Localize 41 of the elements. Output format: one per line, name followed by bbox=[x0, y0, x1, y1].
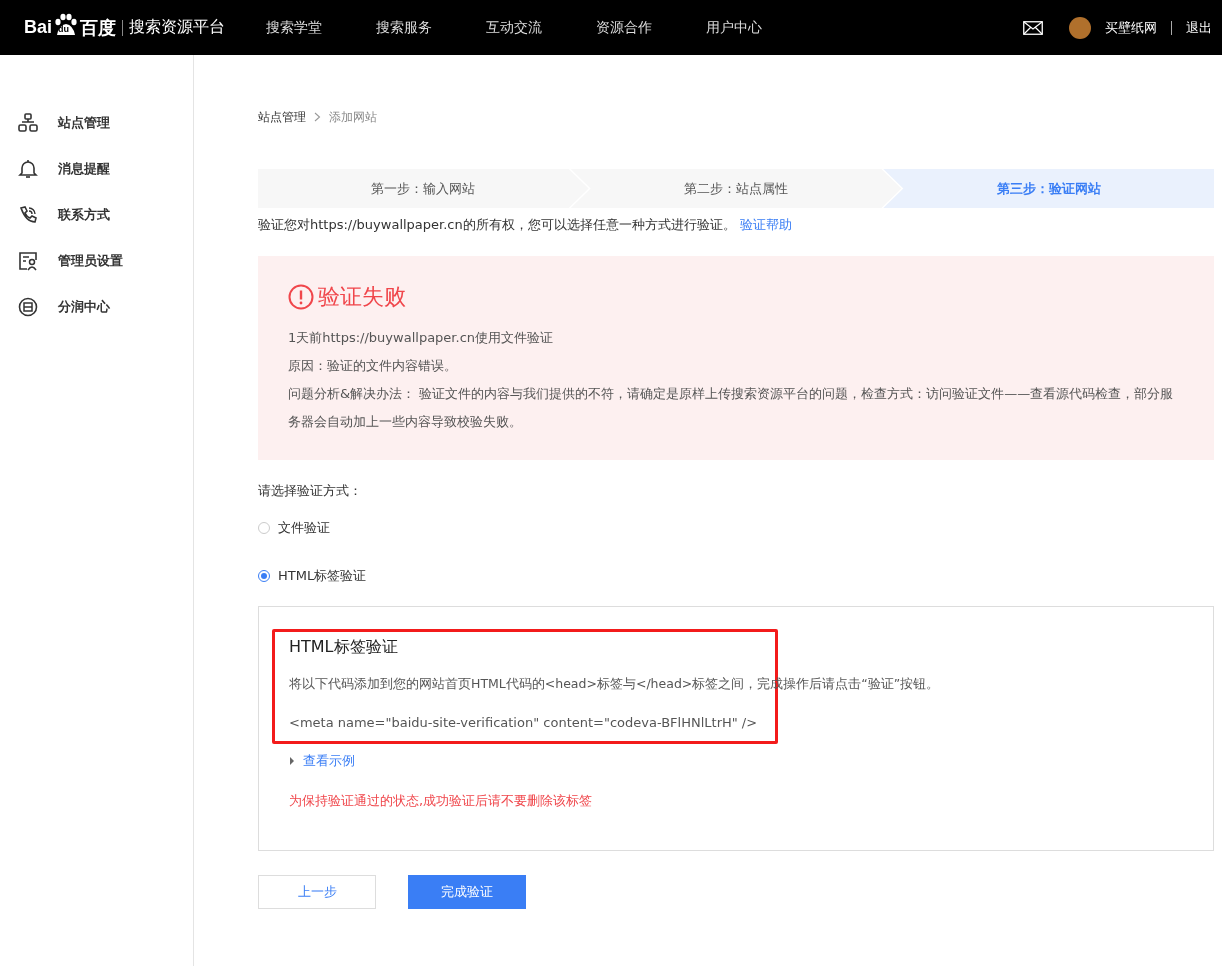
method-prompt: 请选择验证方式： bbox=[258, 482, 363, 500]
error-detail: 1天前https://buywallpaper.cn使用文件验证 bbox=[288, 329, 554, 347]
bell-icon bbox=[18, 159, 38, 179]
nav-link[interactable]: 搜索服务 bbox=[376, 18, 486, 37]
sidebar-item[interactable]: 分润中心 bbox=[58, 298, 110, 316]
breadcrumb-link[interactable]: 站点管理 bbox=[258, 108, 306, 126]
logo-text: 百度 bbox=[80, 16, 116, 40]
mail-icon bbox=[1023, 20, 1043, 35]
back-button[interactable]: 上一步 bbox=[258, 875, 376, 909]
breadcrumb-current: 添加网站 bbox=[329, 108, 377, 126]
sidebar-item[interactable]: 站点管理 bbox=[58, 114, 110, 132]
admin-card-icon bbox=[18, 251, 38, 271]
help-link[interactable]: 验证帮助 bbox=[739, 217, 792, 232]
nav-link[interactable]: 资源合作 bbox=[596, 18, 706, 37]
logout-link[interactable]: 退出 bbox=[1186, 18, 1212, 37]
panel-title: HTML标签验证 bbox=[289, 637, 399, 658]
logo-text: Bai bbox=[24, 17, 52, 38]
nav-link[interactable]: 互动交流 bbox=[486, 18, 596, 37]
product-name: 搜索资源平台 bbox=[129, 17, 225, 38]
finish-button[interactable]: 完成验证 bbox=[408, 875, 526, 909]
error-detail: 原因：验证的文件内容错误。 bbox=[288, 357, 458, 375]
error-icon bbox=[288, 284, 314, 310]
sidebar-item[interactable]: 管理员设置 bbox=[58, 252, 123, 270]
radio-option[interactable]: 文件验证 bbox=[258, 518, 1214, 538]
sidebar-item[interactable]: 联系方式 bbox=[58, 206, 110, 224]
sidebar-item[interactable]: 消息提醒 bbox=[58, 160, 110, 178]
code-snippet: <meta name="baidu-site-verification" content="codeva-BFlHNlLtrH" /> bbox=[289, 715, 759, 730]
error-detail: 问题分析&解决办法： 验证文件的内容与我们提供的不符，请确定是原样上传搜索资源平台的问题，检查方式：访问验证文件——查看源代码检查，部分服务器会自动加上一些内容导致校验失败。 bbox=[288, 385, 1175, 431]
circle-icon bbox=[18, 297, 38, 317]
sitemap-icon bbox=[18, 113, 38, 133]
avatar bbox=[1069, 16, 1091, 39]
username-link[interactable]: 买壁纸网 bbox=[1105, 18, 1157, 37]
nav-link[interactable]: 搜索学堂 bbox=[266, 18, 376, 37]
nav-link[interactable]: 用户中心 bbox=[706, 18, 816, 37]
radio-option[interactable]: HTML标签验证 bbox=[258, 566, 1214, 586]
chevron-right-icon bbox=[314, 112, 321, 122]
intro-text: 验证您对https://buywallpaper.cn的所有权，您可以选择任意一种方式进行验证。 验证帮助 bbox=[258, 216, 793, 234]
warning-text: 为保持验证通过的状态,成功验证后请不要删除该标签 bbox=[289, 792, 594, 810]
example-toggle[interactable]: 查看示例 bbox=[289, 752, 355, 770]
phone-icon bbox=[18, 205, 38, 225]
error-title: 验证失败 bbox=[318, 283, 406, 311]
